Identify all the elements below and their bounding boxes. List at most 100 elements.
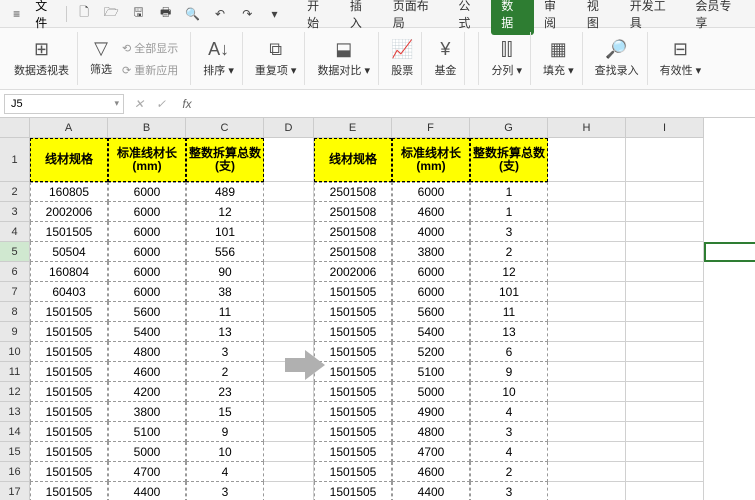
table-left-cell[interactable]: 12: [186, 202, 264, 222]
table-right-cell[interactable]: 1501505: [314, 482, 392, 500]
cell-D-5[interactable]: [264, 242, 314, 262]
table-left-cell[interactable]: 6000: [108, 242, 186, 262]
table-left-cell[interactable]: 3800: [108, 402, 186, 422]
table-left-cell[interactable]: 5000: [108, 442, 186, 462]
table-left-cell[interactable]: 5100: [108, 422, 186, 442]
table-left-cell[interactable]: 1501505: [30, 222, 108, 242]
table-right-header-0[interactable]: 线材规格: [314, 138, 392, 182]
col-header-D[interactable]: D: [264, 118, 314, 138]
name-box[interactable]: J5: [4, 94, 124, 114]
file-menu[interactable]: 文件: [31, 0, 62, 31]
table-left-cell[interactable]: 10: [186, 442, 264, 462]
table-right-cell[interactable]: 1501505: [314, 422, 392, 442]
table-left-cell[interactable]: 6000: [108, 182, 186, 202]
ribbon-fund[interactable]: ¥ 基金: [426, 32, 465, 85]
table-right-cell[interactable]: 2501508: [314, 182, 392, 202]
table-right-cell[interactable]: 6000: [392, 282, 470, 302]
ribbon-sort[interactable]: A↓ 排序 ▾: [195, 32, 243, 85]
row-header-1[interactable]: 1: [0, 138, 30, 182]
table-left-cell[interactable]: 4700: [108, 462, 186, 482]
table-right-cell[interactable]: 1501505: [314, 302, 392, 322]
preview-icon[interactable]: 🔍: [180, 3, 205, 25]
table-left-cell[interactable]: 13: [186, 322, 264, 342]
cell-H-8[interactable]: [548, 302, 626, 322]
table-right-cell[interactable]: 5600: [392, 302, 470, 322]
table-right-cell[interactable]: 4000: [392, 222, 470, 242]
table-left-cell[interactable]: 489: [186, 182, 264, 202]
table-left-cell[interactable]: 1501505: [30, 482, 108, 500]
row-header-11[interactable]: 11: [0, 362, 30, 382]
table-right-cell[interactable]: 5100: [392, 362, 470, 382]
table-left-cell[interactable]: 1501505: [30, 442, 108, 462]
cell-D-1[interactable]: [264, 138, 314, 182]
table-left-cell[interactable]: 5400: [108, 322, 186, 342]
col-header-E[interactable]: E: [314, 118, 392, 138]
table-left-cell[interactable]: 6000: [108, 222, 186, 242]
table-left-cell[interactable]: 38: [186, 282, 264, 302]
cell-I-13[interactable]: [626, 402, 704, 422]
cell-I-17[interactable]: [626, 482, 704, 500]
dropdown-icon[interactable]: ▾: [262, 3, 287, 25]
fx-button[interactable]: fx: [172, 97, 202, 111]
col-header-I[interactable]: I: [626, 118, 704, 138]
table-right-cell[interactable]: 11: [470, 302, 548, 322]
table-right-cell[interactable]: 1501505: [314, 362, 392, 382]
confirm-icon[interactable]: ✓: [150, 97, 172, 111]
table-right-cell[interactable]: 2002006: [314, 262, 392, 282]
table-left-cell[interactable]: 6000: [108, 262, 186, 282]
table-left-header-0[interactable]: 线材规格: [30, 138, 108, 182]
table-right-cell[interactable]: 1501505: [314, 322, 392, 342]
cell-H-16[interactable]: [548, 462, 626, 482]
table-left-cell[interactable]: 4600: [108, 362, 186, 382]
table-right-cell[interactable]: 5200: [392, 342, 470, 362]
row-header-5[interactable]: 5: [0, 242, 30, 262]
cell-I-7[interactable]: [626, 282, 704, 302]
table-left-cell[interactable]: 9: [186, 422, 264, 442]
cell-D-16[interactable]: [264, 462, 314, 482]
table-right-cell[interactable]: 5000: [392, 382, 470, 402]
open-icon[interactable]: 🗁: [99, 3, 124, 25]
ribbon-show-all[interactable]: ⟲ 全部显示: [118, 38, 182, 58]
cell-H-5[interactable]: [548, 242, 626, 262]
tab-7[interactable]: 开发工具: [620, 0, 686, 35]
table-right-cell[interactable]: 1501505: [314, 382, 392, 402]
table-right-cell[interactable]: 6: [470, 342, 548, 362]
table-right-cell[interactable]: 3800: [392, 242, 470, 262]
table-left-cell[interactable]: 556: [186, 242, 264, 262]
row-header-6[interactable]: 6: [0, 262, 30, 282]
cell-D-2[interactable]: [264, 182, 314, 202]
col-header-G[interactable]: G: [470, 118, 548, 138]
cell-I-9[interactable]: [626, 322, 704, 342]
cell-D-15[interactable]: [264, 442, 314, 462]
table-right-cell[interactable]: 4900: [392, 402, 470, 422]
table-right-cell[interactable]: 9: [470, 362, 548, 382]
ribbon-lookup[interactable]: 🔎 查找录入: [587, 32, 648, 85]
cell-H-3[interactable]: [548, 202, 626, 222]
cell-H-1[interactable]: [548, 138, 626, 182]
row-header-12[interactable]: 12: [0, 382, 30, 402]
table-right-cell[interactable]: 2501508: [314, 222, 392, 242]
table-left-cell[interactable]: 60403: [30, 282, 108, 302]
cell-D-7[interactable]: [264, 282, 314, 302]
table-left-cell[interactable]: 1501505: [30, 462, 108, 482]
cell-I-8[interactable]: [626, 302, 704, 322]
table-left-cell[interactable]: 11: [186, 302, 264, 322]
cell-H-4[interactable]: [548, 222, 626, 242]
tab-4[interactable]: 数据: [491, 0, 534, 35]
table-right-cell[interactable]: 4800: [392, 422, 470, 442]
tab-0[interactable]: 开始: [297, 0, 340, 35]
table-right-cell[interactable]: 4600: [392, 202, 470, 222]
tab-3[interactable]: 公式: [448, 0, 491, 35]
table-right-cell[interactable]: 1501505: [314, 282, 392, 302]
table-right-cell[interactable]: 1: [470, 202, 548, 222]
table-left-cell[interactable]: 160805: [30, 182, 108, 202]
cell-I-1[interactable]: [626, 138, 704, 182]
col-header-B[interactable]: B: [108, 118, 186, 138]
table-left-cell[interactable]: 1501505: [30, 382, 108, 402]
cell-D-14[interactable]: [264, 422, 314, 442]
save-icon[interactable]: 🖫: [126, 3, 151, 25]
table-left-cell[interactable]: 4: [186, 462, 264, 482]
cell-H-9[interactable]: [548, 322, 626, 342]
cell-I-6[interactable]: [626, 262, 704, 282]
table-left-header-1[interactable]: 标准线材长 (mm): [108, 138, 186, 182]
